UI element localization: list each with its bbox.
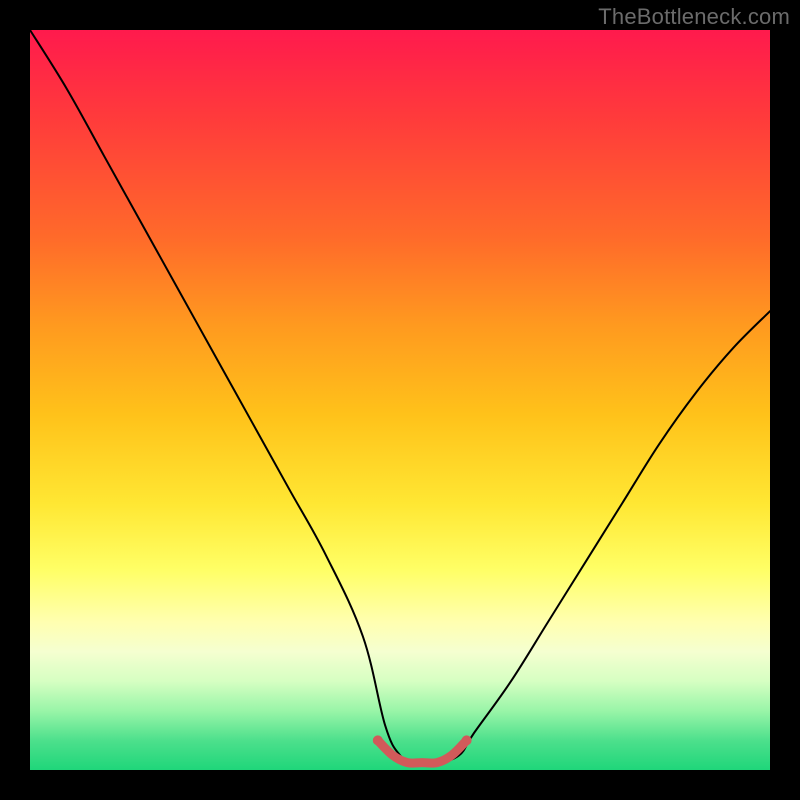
watermark-text: TheBottleneck.com [598, 4, 790, 30]
chart-plot-area [30, 30, 770, 770]
optimal-range-dot-right [462, 735, 472, 745]
chart-svg [30, 30, 770, 770]
chart-frame: TheBottleneck.com [0, 0, 800, 800]
bottleneck-curve-path [30, 30, 770, 764]
optimal-range-dot-left [373, 735, 383, 745]
